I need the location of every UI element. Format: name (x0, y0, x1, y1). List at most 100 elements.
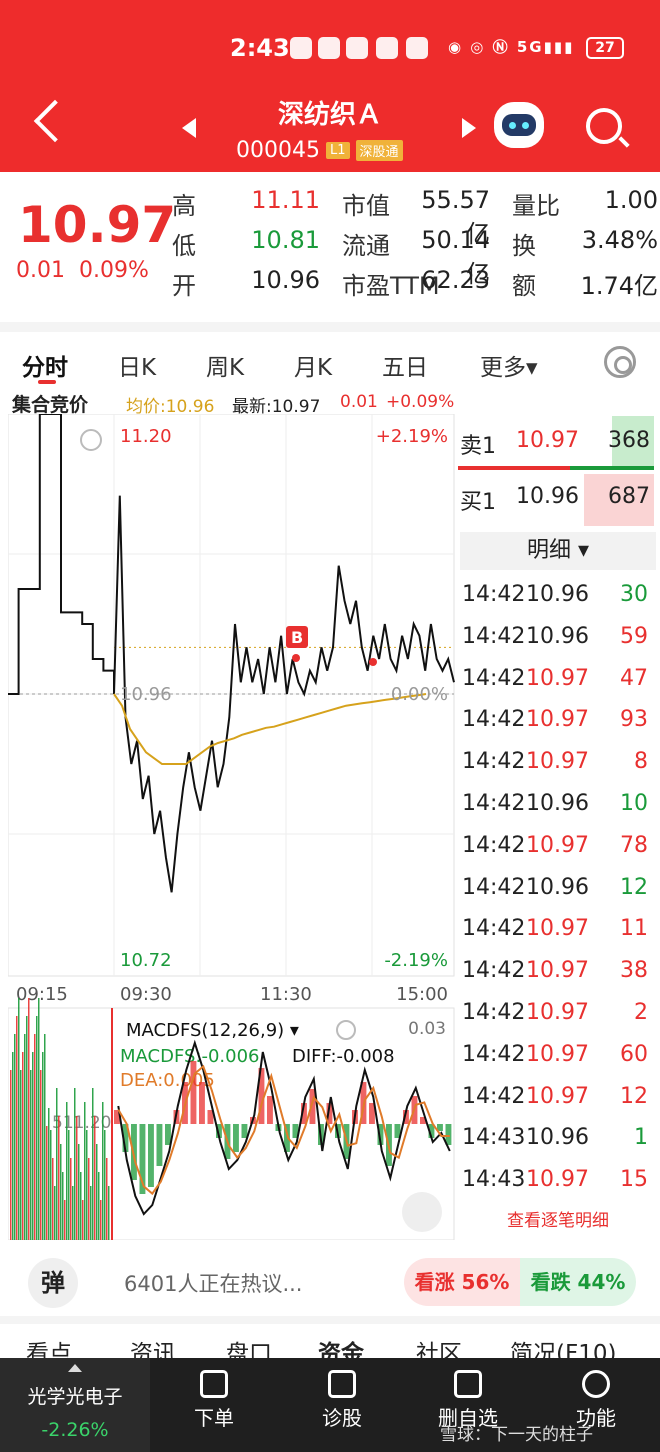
tick-price: 10.96 (526, 623, 589, 649)
tick-row: 14:42 10.97 38 (458, 952, 654, 994)
connect-tag: 深股通 (355, 140, 403, 161)
buy1-volume: 687 (608, 484, 650, 509)
chart-info-bar: 集合竞价 均价:10.96 最新:10.97 0.01 +0.09% (0, 388, 660, 417)
tick-price: 10.97 (526, 1083, 589, 1109)
fullscreen-icon (402, 1192, 442, 1232)
next-stock-icon[interactable] (462, 118, 476, 138)
tab-five-day[interactable]: 五日 (382, 348, 428, 382)
tick-price: 10.97 (526, 707, 589, 733)
tick-price: 10.97 (526, 958, 589, 984)
tick-volume: 38 (620, 958, 648, 984)
quote-label: 额 (512, 272, 536, 300)
pct-tick-bottom: -2.19% (384, 950, 448, 971)
latest-change: 0.01 (340, 392, 378, 412)
buy1-price: 10.96 (516, 484, 579, 509)
bearish-vote-button[interactable]: 看跌 44% (520, 1258, 636, 1306)
quote-label: 市值 (342, 192, 390, 220)
tick-row: 14:43 10.97 15 (458, 1161, 654, 1203)
auction-volume-bar (36, 1016, 38, 1240)
tick-row: 14:42 10.96 30 (458, 576, 654, 618)
tab-more[interactable]: 更多▾ (480, 348, 538, 382)
tick-time: 14:42 (462, 665, 526, 691)
quote-label: 换 (512, 232, 536, 260)
macd-bar (267, 1096, 273, 1124)
macd-bar (190, 1061, 197, 1124)
tick-row: 14:42 10.96 59 (458, 618, 654, 660)
auction-volume-bar (18, 998, 20, 1240)
tick-volume: 11 (620, 916, 648, 942)
y-tick-mid: 10.96 (120, 684, 172, 705)
auction-volume-bar (74, 1088, 76, 1240)
battery-icon: 27 (586, 37, 624, 59)
x-tick: 15:00 (396, 984, 448, 1005)
tab-intraday[interactable]: 分时 (22, 348, 68, 382)
app-notification-icon (290, 37, 312, 59)
auction-volume-bar (10, 1070, 12, 1240)
price-change: 0.01 0.09% (16, 258, 149, 283)
stock-code-row: 000045 L1 深股通 (236, 138, 403, 163)
auction-volume-bar (72, 1186, 74, 1240)
auction-volume-bar (24, 1034, 26, 1240)
tick-time: 14:43 (462, 1125, 526, 1151)
macd-title: MACDFS(12,26,9) ▾ (126, 1020, 299, 1041)
help-icon (336, 1020, 356, 1040)
macd-bar (241, 1124, 248, 1138)
auction-volume-bar (102, 1102, 104, 1240)
tick-price: 10.97 (526, 1041, 589, 1067)
auction-volume-bar (76, 1116, 78, 1240)
discussion-bar: 弹 6401人正在热议... 看涨 56% 看跌 44% (0, 1250, 660, 1316)
quote-label: 低 (172, 232, 196, 260)
auction-volume-bar (64, 1200, 66, 1240)
tick-price: 10.96 (526, 1125, 589, 1151)
tick-time: 14:42 (462, 958, 526, 984)
quote-label: 高 (172, 192, 196, 220)
sector-name: 光学光电子 (27, 1386, 123, 1408)
macd-bar (156, 1124, 163, 1166)
quote-value: 10.96 (251, 266, 320, 294)
current-price: 10.97 (18, 196, 177, 254)
tick-row: 14:42 10.97 47 (458, 660, 654, 702)
tick-row: 14:42 10.97 12 (458, 1078, 654, 1120)
quote-label: 量比 (512, 192, 560, 220)
x-tick: 11:30 (260, 984, 312, 1005)
tick-volume: 78 (620, 832, 648, 858)
robot-assistant-icon[interactable] (494, 102, 544, 148)
auction-volume-bar (66, 1102, 68, 1240)
app-notification-icon (346, 37, 368, 59)
bullish-vote-button[interactable]: 看涨 56% (404, 1258, 520, 1306)
auction-volume-bar (108, 1186, 110, 1240)
quote-value: 10.81 (251, 226, 320, 254)
auction-volume-bar (14, 1034, 16, 1240)
nav-diagnose-button[interactable]: 诊股 (292, 1366, 392, 1431)
stock-code: 000045 (236, 138, 320, 163)
quote-label: 开 (172, 272, 196, 300)
tick-volume: 93 (620, 707, 648, 733)
tick-volume: 12 (620, 1083, 648, 1109)
sector-indicator[interactable]: 光学光电子 -2.26% (0, 1358, 150, 1452)
tab-monthly-k[interactable]: 月K (294, 348, 332, 382)
detail-dropdown[interactable]: 明细 ▾ (460, 532, 656, 570)
auction-volume-bar (90, 1186, 92, 1240)
search-icon[interactable] (586, 108, 622, 144)
auction-volume-bar (22, 1052, 24, 1240)
settings-gear-icon[interactable] (604, 346, 636, 378)
stock-header: 2:43 ◉ ◎ Ⓝ 5G▮▮▮ 27 深纺织Ａ 000045 L1 深股通 (0, 0, 660, 172)
auction-volume-bar (98, 1172, 100, 1240)
auction-volume-bar (92, 1088, 94, 1240)
tick-price: 10.97 (526, 1167, 589, 1193)
tick-price: 10.97 (526, 749, 589, 775)
tick-volume: 59 (620, 623, 648, 649)
pct-tick-top: +2.19% (376, 426, 448, 447)
intraday-chart[interactable]: B 11.20 10.96 10.72 +2.19% 0.00% -2.19% 09:15 0… (8, 414, 456, 1240)
view-all-ticks-link[interactable]: 查看逐笔明细 (460, 1206, 656, 1231)
discussion-text[interactable]: 6401人正在热议... (124, 1268, 302, 1298)
tick-volume: 47 (620, 665, 648, 691)
nav-order-button[interactable]: 下单 (164, 1366, 264, 1431)
tab-daily-k[interactable]: 日K (118, 348, 156, 382)
danmu-toggle-button[interactable]: 弹 (28, 1258, 78, 1308)
buy-marker-label: B (291, 628, 303, 647)
auction-volume-bar (88, 1158, 90, 1240)
auction-volume-bar (104, 1130, 106, 1240)
app-notification-icon (406, 37, 428, 59)
tab-weekly-k[interactable]: 周K (206, 348, 244, 382)
